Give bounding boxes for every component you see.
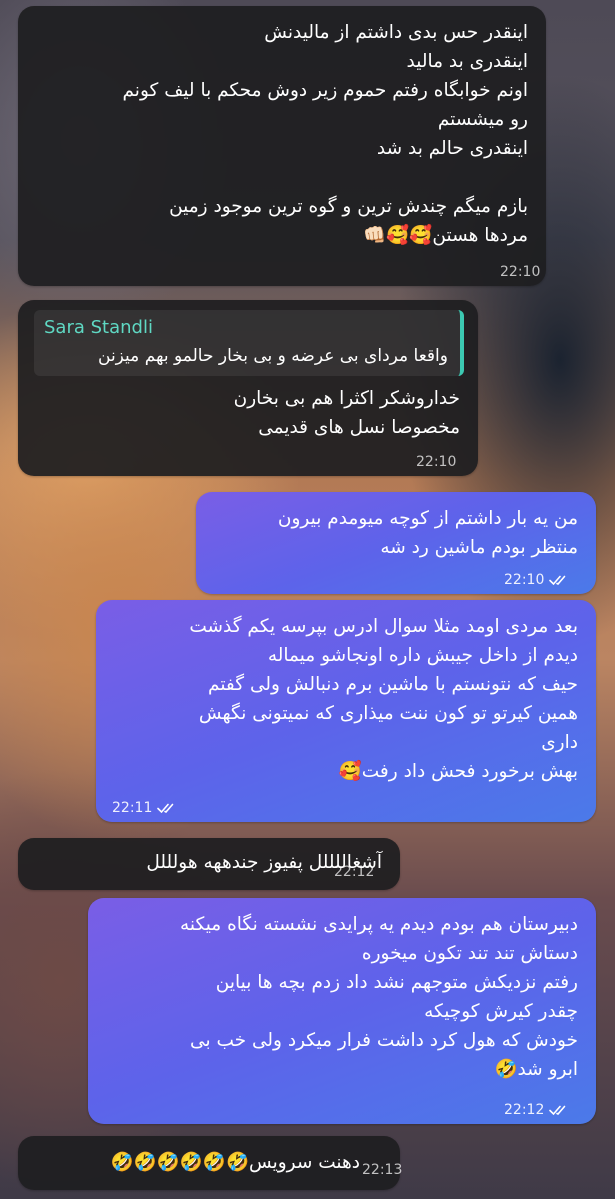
message-line: همین کیرتو تو کون ننت میذاری که نمیتونی …	[198, 703, 578, 724]
message-line: بازم میگم چندش ترین و گوه ترین موجود زمی…	[169, 196, 528, 217]
message-line: اینقدر حس بدی داشتم از مالیدنش	[264, 22, 528, 43]
message-meta: 22:10	[504, 572, 571, 588]
message-line: اینقدری بد مالید	[406, 51, 528, 72]
message-time: 22:12	[334, 864, 375, 880]
message-line: من یه بار داشتم از کوچه میومدم بیرون	[277, 508, 578, 529]
message-time: 22:12	[504, 1102, 545, 1118]
message-meta: 22:10	[416, 454, 456, 470]
message-time: 22:10	[416, 454, 457, 470]
incoming-message-bubble[interactable]: آشغاللللل پفیوز جندههه هولللل 22:12	[18, 838, 400, 890]
message-line: دستاش تند تند تکون میخوره	[361, 943, 578, 964]
message-line: مردها هستن🥰🥰👊🏻	[363, 225, 528, 246]
incoming-message-bubble[interactable]: Sara Standli واقعا مردای بی عرضه و بی بخ…	[18, 300, 478, 476]
message-meta: 22:11	[112, 800, 179, 816]
message-meta: 22:12	[334, 864, 374, 880]
message-line: خودش که هول کرد داشت فرار میکرد ولی خب ب…	[190, 1030, 578, 1051]
message-time: 22:13	[362, 1162, 403, 1178]
message-line: اینقدری حالم بد شد	[376, 138, 528, 159]
reply-sender-name: Sara Standli	[44, 317, 153, 338]
message-meta: 22:12	[504, 1102, 571, 1118]
double-check-icon	[549, 575, 566, 586]
message-line: حیف که نتونستم با ماشین برم دنبالش ولی گ…	[208, 674, 578, 695]
message-line: دهنت سرویس🤣🤣🤣🤣🤣🤣	[110, 1152, 360, 1173]
message-line: بعد مردی اومد مثلا سوال ادرس بپرسه یکم گ…	[189, 616, 578, 637]
message-line: داری	[541, 732, 578, 753]
message-line: رو میشستم	[437, 109, 528, 130]
message-meta: 22:10	[500, 264, 540, 280]
quoted-reply[interactable]: Sara Standli واقعا مردای بی عرضه و بی بخ…	[34, 310, 464, 376]
message-line: دیدم از داخل جیبش داره اونجاشو میماله	[267, 645, 578, 666]
incoming-message-bubble[interactable]: دهنت سرویس🤣🤣🤣🤣🤣🤣 22:13	[18, 1136, 402, 1190]
message-line: خداروشکر اکثرا هم بی بخارن	[233, 388, 460, 409]
message-line: دبیرستان هم بودم دیدم یه پرایدی نشسته نگ…	[179, 914, 578, 935]
chat-message-list[interactable]: اینقدر حس بدی داشتم از مالیدنش اینقدری ب…	[0, 0, 615, 1199]
message-time: 22:10	[500, 264, 541, 280]
message-line: منتظر بودم ماشین رد شه	[380, 537, 578, 558]
outgoing-message-bubble[interactable]: دبیرستان هم بودم دیدم یه پرایدی نشسته نگ…	[88, 898, 596, 1124]
message-line: مخصوصا نسل های قدیمی	[258, 417, 460, 438]
message-line: بهش برخورد فحش داد رفت🥰	[338, 761, 578, 782]
message-line: اونم خوابگاه رفتم حموم زیر دوش محکم با ل…	[122, 80, 528, 101]
outgoing-message-bubble[interactable]: من یه بار داشتم از کوچه میومدم بیرون منت…	[196, 492, 596, 594]
message-line: ابرو شد🤣	[494, 1059, 578, 1080]
incoming-message-bubble[interactable]: اینقدر حس بدی داشتم از مالیدنش اینقدری ب…	[18, 6, 546, 286]
double-check-icon	[157, 803, 174, 814]
outgoing-message-bubble[interactable]: بعد مردی اومد مثلا سوال ادرس بپرسه یکم گ…	[96, 600, 596, 822]
message-time: 22:10	[504, 572, 545, 588]
message-meta: 22:13	[362, 1162, 402, 1178]
message-time: 22:11	[112, 800, 153, 816]
reply-text: واقعا مردای بی عرضه و بی بخار حالمو بهم …	[98, 346, 448, 366]
message-line: رفتم نزدیکش متوجهم نشد داد زدم بچه ها بی…	[215, 972, 578, 993]
double-check-icon	[549, 1105, 566, 1116]
message-line: چقدر کیرش کوچیکه	[424, 1001, 578, 1022]
